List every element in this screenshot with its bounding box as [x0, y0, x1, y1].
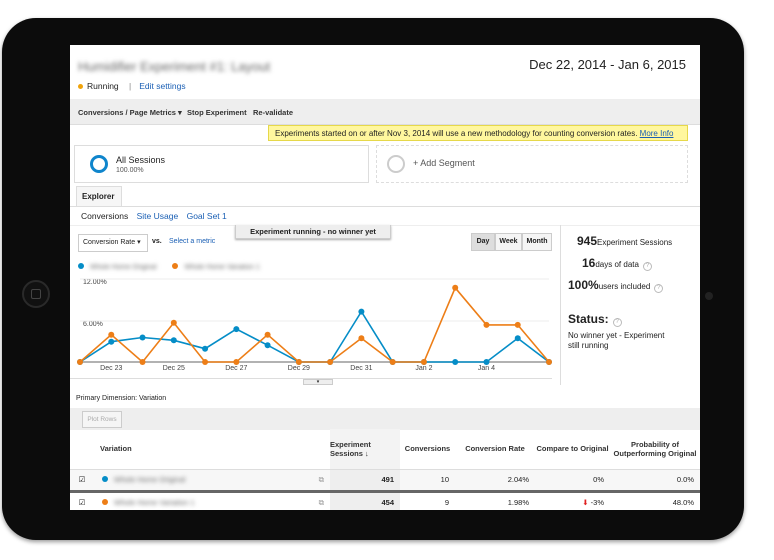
plot-rows-button[interactable]: Plot Rows	[82, 411, 122, 428]
variation-cell: Whole Home Variation 1 ⧉	[100, 491, 330, 510]
data-point	[452, 359, 459, 365]
data-point	[170, 319, 177, 326]
data-point	[170, 337, 177, 344]
series-line-0	[79, 310, 550, 363]
col-sessions-label: Experiment Sessions	[330, 439, 371, 458]
variation-name[interactable]: Whole Home Variation 1	[114, 498, 195, 507]
preview-icon[interactable]: ⧉	[319, 498, 324, 508]
primary-dimension-label: Primary Dimension:	[76, 395, 138, 402]
row-checkbox[interactable]: ☑	[70, 469, 100, 492]
conversions-cell: 10	[400, 469, 455, 492]
data-point	[327, 359, 334, 365]
sessions-cell: 454	[330, 491, 400, 510]
data-point	[546, 359, 552, 365]
compare-value: -3%	[590, 498, 604, 507]
data-point	[358, 335, 365, 342]
series-dot	[102, 498, 108, 505]
compare-cell: ⬇ -3%	[535, 491, 610, 510]
data-point	[139, 359, 146, 365]
home-button[interactable]	[22, 280, 50, 308]
data-point	[483, 321, 490, 328]
col-sessions[interactable]: Experiment Sessions ↓	[330, 429, 400, 470]
rate-cell: 1.98%	[455, 491, 535, 510]
variation-name[interactable]: Whole Home Original	[114, 475, 185, 484]
data-point	[483, 359, 490, 365]
data-point	[264, 342, 271, 349]
col-rate[interactable]: Conversion Rate	[455, 429, 535, 470]
data-point	[264, 331, 271, 338]
col-conversions[interactable]: Conversions	[400, 429, 455, 470]
screen: Humidifier Experiment #1: Layout Running…	[70, 45, 700, 510]
col-probability[interactable]: Probability of Outperforming Original	[610, 429, 700, 470]
data-point	[233, 326, 240, 333]
data-point	[202, 359, 209, 365]
variation-cell: Whole Home Original ⧉	[100, 469, 330, 492]
conversion-rate-chart	[77, 278, 552, 365]
rate-cell: 2.04%	[455, 469, 535, 492]
series-dot	[102, 475, 108, 482]
primary-dimension: Primary Dimension: Variation	[76, 395, 166, 402]
results-table: Variation Experiment Sessions ↓ Conversi…	[70, 429, 700, 510]
table-header: Variation Experiment Sessions ↓ Conversi…	[70, 429, 700, 470]
preview-icon[interactable]: ⧉	[319, 475, 324, 485]
data-point	[420, 359, 427, 365]
row-checkbox[interactable]: ☑	[70, 491, 100, 510]
data-point	[202, 345, 209, 352]
data-point	[452, 284, 459, 291]
data-point	[108, 331, 115, 338]
data-point	[139, 334, 146, 341]
probability-cell: 48.0%	[610, 491, 700, 510]
table-row: ☑ Whole Home Variation 1 ⧉ 454 9 1.98% ⬇ …	[70, 491, 700, 510]
data-point	[77, 359, 83, 365]
col-compare[interactable]: Compare to Original	[535, 429, 610, 470]
col-variation[interactable]: Variation	[100, 429, 330, 470]
series-line-1	[79, 286, 550, 364]
down-arrow-icon: ⬇	[582, 498, 589, 507]
probability-cell: 0.0%	[610, 469, 700, 492]
compare-cell: 0%	[535, 469, 610, 492]
table-row: ☑ Whole Home Original ⧉ 491 10 2.04% 0% 0…	[70, 469, 700, 492]
data-point	[233, 359, 240, 365]
data-point	[295, 359, 302, 365]
sessions-cell: 491	[330, 469, 400, 492]
data-point	[108, 338, 115, 345]
data-point	[514, 321, 521, 328]
primary-dimension-value[interactable]: Variation	[139, 395, 166, 402]
conversions-cell: 9	[400, 491, 455, 510]
data-point	[389, 359, 396, 365]
data-point	[358, 308, 365, 315]
camera	[705, 292, 713, 300]
data-point	[514, 335, 521, 342]
